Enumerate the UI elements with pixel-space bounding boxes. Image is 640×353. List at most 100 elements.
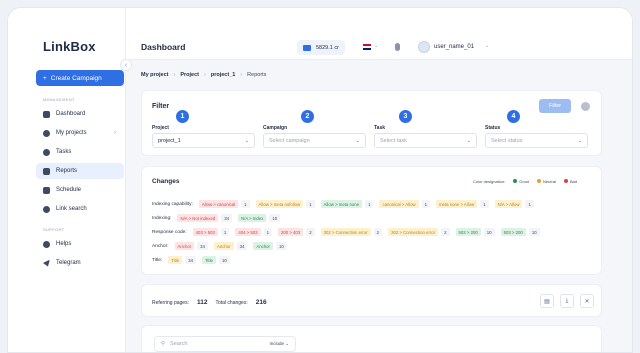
campaign-label: Campaign	[263, 125, 288, 131]
breadcrumb-separator-icon: ›	[204, 72, 206, 78]
chevron-down-icon[interactable]: ⌄	[485, 43, 489, 49]
language-flag-icon[interactable]	[363, 44, 371, 50]
plus-icon: +	[43, 74, 47, 82]
change-tag-bad: 403 > 503	[192, 228, 218, 236]
reset-filter-icon[interactable]	[581, 102, 590, 111]
legend-item-neutral: Neutral	[537, 179, 556, 184]
breadcrumb: My project › Project › project_1 › Repor…	[141, 72, 266, 78]
sidebar-item-label: Telegram	[56, 260, 81, 266]
total-changes-label: Total changes:	[215, 299, 248, 306]
legend-label: Color designation:	[473, 179, 506, 184]
step-badge: 4	[507, 110, 520, 123]
project-select[interactable]: project_1 ⌄	[152, 133, 255, 148]
change-count: 1	[263, 228, 272, 236]
change-count: 1	[480, 200, 489, 208]
search-icon	[43, 205, 50, 213]
chevron-down-icon: ⌄	[466, 137, 471, 144]
change-count: 2	[306, 228, 315, 236]
support-section-label: SUPPORT	[43, 227, 65, 232]
change-tag-bad: Anchor	[174, 242, 195, 250]
stats-summary: Referring pages: 112 Total changes: 216	[152, 299, 267, 306]
chevron-right-icon: ›	[114, 130, 116, 136]
sidebar-item-label: Tasks	[56, 149, 72, 155]
sidebar-item-telegram[interactable]: Telegram	[36, 255, 124, 271]
breadcrumb-item[interactable]: project_1	[211, 72, 235, 78]
breadcrumb-item[interactable]: My project	[141, 72, 169, 78]
change-count: 34	[197, 242, 208, 250]
sidebar-item-schedule[interactable]: Schedule	[36, 182, 124, 198]
change-count: 1	[220, 228, 230, 236]
task-label: Task	[374, 125, 386, 131]
referring-pages-label: Referring pages:	[152, 299, 189, 306]
change-count: 34	[185, 256, 196, 264]
sidebar-item-label: Reports	[56, 168, 78, 174]
sidebar-item-dashboard[interactable]: Dashboard	[36, 106, 124, 122]
include-dropdown[interactable]: Include ⌄	[269, 341, 289, 347]
change-tag-neutral: Title	[168, 256, 183, 264]
download-button[interactable]: ⤓	[560, 294, 574, 308]
change-count: 10	[483, 228, 495, 236]
sidebar-item-label: Link search	[56, 206, 87, 212]
change-tag-good: 503 > 200	[500, 228, 526, 236]
change-tag-neutral: meta none > Allow	[435, 200, 478, 208]
username[interactable]: user_name_01	[434, 44, 474, 50]
status-select[interactable]: Select status ⌄	[485, 133, 588, 148]
filter-title: Filter	[152, 103, 170, 110]
logo: LinkBox	[43, 39, 96, 54]
breadcrumb-separator-icon: ›	[240, 72, 243, 78]
sidebar: LinkBox + Create Campaign MANAGEMENT Das…	[8, 8, 126, 352]
avatar[interactable]	[418, 41, 430, 53]
change-tag-neutral: 302 > Connection error	[320, 228, 371, 236]
change-count: 34	[221, 214, 233, 222]
task-select[interactable]: Select task ⌄	[374, 133, 477, 148]
change-count: 1	[306, 200, 315, 208]
breadcrumb-separator-icon: ›	[173, 72, 176, 78]
search-panel: ⚲ Search Include ⌄	[141, 325, 602, 352]
change-count: 2	[373, 228, 383, 236]
sidebar-item-my-projects[interactable]: My projects ›	[36, 125, 124, 141]
sidebar-item-link-search[interactable]: Link search	[36, 201, 124, 217]
change-count: 10	[275, 242, 287, 250]
step-badge: 3	[399, 110, 412, 123]
sidebar-item-helps[interactable]: Helps	[36, 236, 124, 252]
sidebar-item-tasks[interactable]: Tasks	[36, 144, 124, 160]
change-tag-good: N/A > Index	[238, 214, 267, 222]
change-tag-neutral: Allow > meta nofollow	[255, 200, 304, 208]
change-count: 1	[421, 200, 430, 208]
chevron-down-icon[interactable]: ⌄	[374, 43, 378, 49]
wallet-icon	[303, 44, 311, 51]
page-title: Dashboard	[141, 42, 186, 52]
change-tag-good: Title	[201, 256, 216, 264]
breadcrumb-item[interactable]: Project	[180, 72, 199, 78]
changes-row: Indexing capability: Allow > canonical 1 Al…	[152, 200, 537, 208]
dashboard-icon	[43, 110, 50, 118]
sidebar-collapse-button[interactable]: ‹	[120, 59, 132, 71]
change-tag-bad: Allow > canonical	[198, 200, 239, 208]
change-count: 10	[218, 256, 230, 264]
folder-icon	[43, 129, 50, 137]
reports-icon	[43, 167, 50, 175]
change-row-label: Response code:	[152, 229, 187, 235]
color-legend: Color designation: Good Neutral Bad	[473, 179, 577, 184]
change-tag-neutral: canonical > Allow	[379, 200, 419, 208]
search-input[interactable]: ⚲ Search Include ⌄	[154, 336, 296, 352]
create-campaign-button[interactable]: + Create Campaign	[36, 70, 124, 86]
change-row-label: Indexing capability:	[152, 201, 193, 207]
campaign-select[interactable]: Select campaign ⌄	[263, 133, 366, 148]
changes-row: Title: Title 34 Title 10	[152, 256, 233, 264]
search-icon: ⚲	[161, 341, 166, 347]
bad-dot-icon	[563, 179, 568, 183]
change-tag-good: Allow > meta none	[320, 200, 363, 208]
changes-row: Response code: 403 > 503 1 404 > 503 1 200 > …	[152, 228, 543, 236]
delete-button[interactable]: ✕	[580, 294, 594, 308]
change-count: 1	[365, 200, 374, 208]
export-document-button[interactable]: ▤	[540, 294, 554, 308]
balance-badge[interactable]: 5829.1 cr	[297, 40, 345, 55]
filter-button[interactable]: Filter	[539, 99, 571, 113]
change-tag-good: Anchor	[253, 242, 273, 250]
legend-item-good: Good	[513, 179, 529, 184]
tasks-icon	[43, 148, 50, 156]
microphone-icon[interactable]	[395, 43, 400, 51]
sidebar-item-reports[interactable]: Reports	[36, 163, 124, 179]
create-campaign-label: Create Campaign	[50, 74, 102, 82]
